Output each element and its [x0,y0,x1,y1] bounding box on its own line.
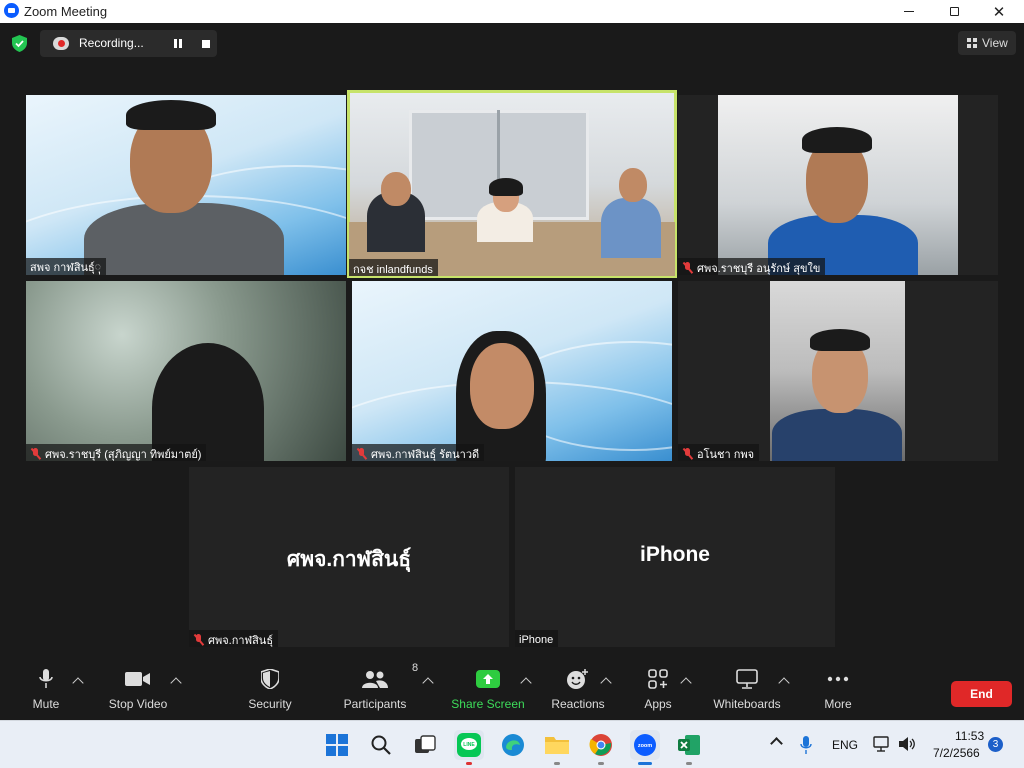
show-hidden-icons-chevron-icon[interactable] [770,737,783,750]
search-icon [371,735,391,755]
chrome-browser-icon [589,734,612,756]
share-screen-icon [476,664,500,694]
video-camera-icon [125,664,151,694]
edge-browser-icon [502,734,524,756]
stop-video-button[interactable]: Stop Video [104,664,172,720]
task-view-button[interactable] [410,730,440,760]
taskbar-app-chrome[interactable] [586,730,616,765]
participants-options-chevron-icon[interactable] [422,677,434,689]
audio-options-chevron-icon[interactable] [72,677,84,689]
excel-app-icon [678,735,700,755]
zoom-window: Zoom Meeting ✕ Recording... View สพจ กาฬ… [0,0,1024,720]
whiteboards-button[interactable]: Whiteboards [710,664,784,720]
taskbar-app-zoom[interactable]: zoom [630,730,660,765]
participant-name-tag: iPhone [515,630,559,647]
maximize-icon [949,7,959,16]
close-button[interactable]: ✕ [976,0,1022,23]
participant-name-tag: ศพจ.กาฬสินธุ์ รัตนาวดี [352,444,485,461]
reactions-button[interactable]: Reactions [548,664,608,720]
participant-name-tag: ศพจ.ราชบุรี (สุภิญญา ทิพย์มาตย์) [26,444,207,461]
participant-name-tag: กจช inlandfunds [349,259,438,276]
svg-text:zoom: zoom [638,743,652,749]
meeting-controls-toolbar: Mute Stop Video Security 8 Participants [0,662,1024,720]
mic-muted-icon [356,447,368,460]
start-button[interactable] [322,730,352,760]
video-tile[interactable]: ศพจ.ราชบุรี อนุรักษ์ สุขใข [678,95,998,275]
zoom-app-icon: zoom [634,734,656,756]
security-button[interactable]: Security [240,664,300,720]
apps-options-chevron-icon[interactable] [680,677,692,689]
stop-recording-button[interactable] [202,40,210,48]
task-view-icon [415,735,436,753]
apps-icon [648,664,668,694]
encryption-shield-icon[interactable] [12,35,27,52]
recording-icon [53,37,69,50]
view-label: View [982,36,1008,50]
mic-muted-icon [682,261,694,274]
microphone-icon [39,664,53,694]
close-icon: ✕ [992,3,1006,21]
view-button[interactable]: View [958,31,1016,55]
windows-taskbar: LINE zoom ENG 11:53 7/2/2566 3 [0,720,1024,768]
more-button[interactable]: More [818,664,858,720]
share-screen-button[interactable]: Share Screen [450,664,526,720]
participant-name-tag: สพจ กาฬสินธุ์ុ [26,258,107,275]
video-tile-active-speaker[interactable]: กจช inlandfunds [347,90,677,278]
recording-label: Recording... [79,36,144,50]
reactions-smiley-icon [566,664,590,694]
apps-button[interactable]: Apps [636,664,680,720]
svg-text:LINE: LINE [463,742,475,748]
taskbar-app-edge[interactable] [498,730,528,760]
video-tile[interactable]: ศพจ.กาฬสินธุ์ รัตนาวดี [352,281,672,461]
network-icon[interactable] [873,736,891,752]
pause-recording-button[interactable] [174,39,183,48]
clock-date[interactable]: 7/2/2566 [933,746,980,760]
mic-muted-icon [193,633,205,646]
more-dots-icon [827,664,849,694]
participant-display-name: ศพจ.กาฬสินธุ์ [286,548,412,571]
recording-indicator: Recording... [40,30,217,57]
search-button[interactable] [366,730,396,760]
security-shield-icon [261,664,279,694]
video-tile-camera-off[interactable]: iPhone iPhone [515,467,835,647]
line-app-icon: LINE [457,733,481,757]
clock-time[interactable]: 11:53 [955,729,984,743]
participant-display-name: iPhone [639,543,710,566]
grid-view-icon [967,38,977,48]
minimize-button[interactable] [886,0,932,23]
maximize-button[interactable] [931,0,977,23]
mute-button[interactable]: Mute [26,664,66,720]
mic-muted-icon [682,447,694,460]
participants-count: 8 [412,662,419,674]
participant-name-tag: ศพจ.ราชบุรี อนุรักษ์ สุขใข [678,258,826,275]
taskbar-app-file-explorer[interactable] [542,730,572,765]
video-tile[interactable]: สพจ กาฬสินธุ์ុ [26,95,346,275]
taskbar-app-line[interactable]: LINE [454,730,484,765]
participant-name-tag: ศพจ.กาฬสินธุ์ [189,630,279,647]
participant-name-tag: อโนชา กพจ [678,444,760,461]
zoom-logo-icon [4,3,19,18]
video-options-chevron-icon[interactable] [170,677,182,689]
minimize-icon [904,11,914,12]
video-tile[interactable]: ศพจ.ราชบุรี (สุภิญญา ทิพย์มาตย์) [26,281,346,461]
volume-icon[interactable] [898,736,916,752]
taskbar-app-excel[interactable] [674,730,704,765]
microphone-in-use-icon[interactable] [800,735,812,755]
window-title: Zoom Meeting [24,4,108,19]
input-language-indicator[interactable]: ENG [832,738,858,752]
mic-muted-icon [30,447,42,460]
notification-count-badge[interactable]: 3 [988,737,1003,752]
windows-logo-icon [326,734,348,756]
whiteboard-icon [736,664,758,694]
participants-icon: 8 [362,662,418,694]
participants-button[interactable]: 8 Participants [340,662,418,720]
title-bar: Zoom Meeting ✕ [0,0,1024,23]
video-tile[interactable]: อโนชา กพจ [678,281,998,461]
end-meeting-button[interactable]: End [951,681,1012,707]
file-explorer-folder-icon [545,737,569,754]
video-tile-camera-off[interactable]: ศพจ.กาฬสินธุ์ ศพจ.กาฬสินธุ์ [189,467,509,647]
